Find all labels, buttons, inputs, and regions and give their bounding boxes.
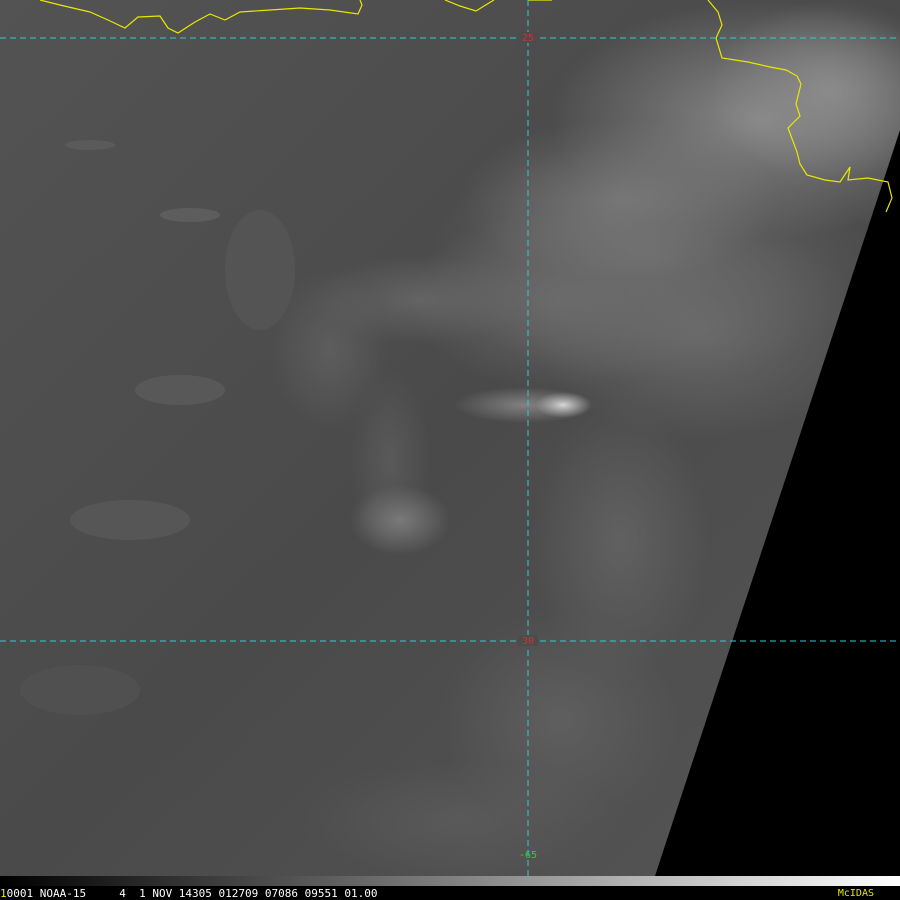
satellite-viewer: 25 30 -65 10001 NOAA-15 4 1 NOV 14305 01…: [0, 0, 900, 900]
status-bar: 10001 NOAA-15 4 1 NOV 14305 012709 07086…: [0, 876, 900, 900]
image-info: 0001 NOAA-15 4 1 NOV 14305 012709 07086 …: [6, 887, 378, 900]
frame-number: 1: [0, 887, 7, 900]
satellite-image: 25 30 -65: [0, 0, 900, 876]
imagery-swath: [0, 0, 900, 876]
status-line: 10001 NOAA-15 4 1 NOV 14305 012709 07086…: [0, 888, 900, 900]
latitude-label-30: 30: [522, 636, 534, 647]
mcidas-label: McIDAS: [837, 888, 874, 899]
grayscale-bar: [0, 876, 900, 886]
longitude-label-65: -65: [519, 850, 537, 861]
latitude-label-25: 25: [522, 33, 534, 44]
